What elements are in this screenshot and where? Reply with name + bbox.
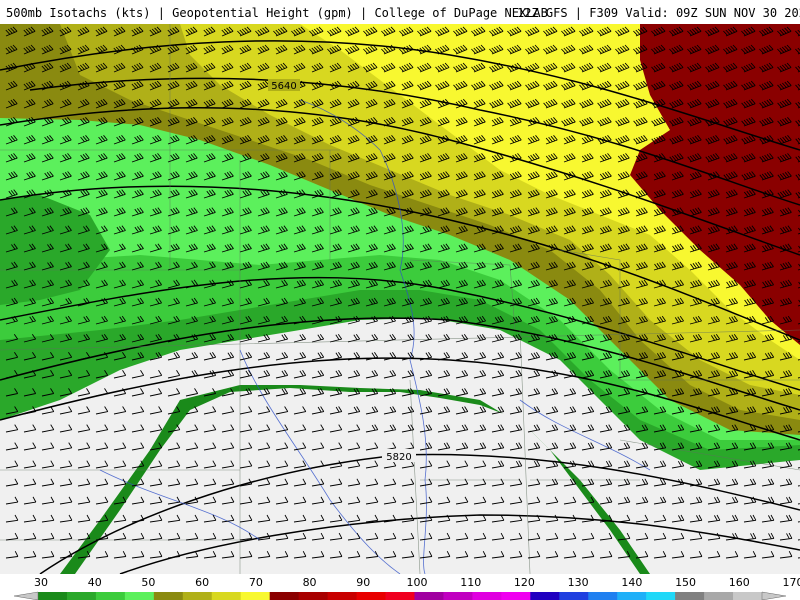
colorbar-swatch [182,592,213,600]
colorbar-swatch [124,592,155,600]
svg-text:5640: 5640 [271,81,296,92]
colorbar-swatch [356,592,387,600]
colorbar-left-arrow [13,591,39,600]
colorbar-swatch [211,592,242,600]
colorbar-tick-label: 120 [514,576,535,589]
product-title: 500mb Isotachs (kts) | Geopotential Heig… [6,6,548,20]
colorbar-swatch [327,592,358,600]
colorbar-swatch [501,592,531,600]
weather-map[interactable]: 5640 5820 [0,24,800,574]
height-label-5640: 5640 [268,79,300,92]
colorbar-swatch [298,592,329,600]
colorbar-swatches [38,592,763,600]
colorbar-tick-label: 130 [568,576,589,589]
svg-text:5820: 5820 [386,452,411,463]
colorbar-swatch [675,592,705,600]
colorbar-swatch [443,592,473,600]
colorbar-swatch [414,592,444,600]
colorbar-swatch [646,592,676,600]
colorbar-swatch [240,592,271,600]
colorbar-swatch [269,592,300,600]
colorbar-tick-label: 110 [460,576,481,589]
colorbar-swatch [95,592,126,600]
colorbar-tick-labels: 30 40 50 60 70 80 90 100 110 120 130 140 150 160 170 [34,576,800,589]
colorbar-tick-label: 30 [34,576,48,589]
colorbar-tick-label: 90 [356,576,370,589]
colorbar-right-arrow [761,591,787,600]
colorbar-swatch [66,592,97,600]
colorbar-tick-label: 150 [675,576,696,589]
colorbar-tick-label: 100 [407,576,428,589]
colorbar-swatch [588,592,618,600]
colorbar-swatch [472,592,502,600]
colorbar-swatch [530,592,560,600]
colorbar-swatch [617,592,647,600]
colorbar-swatch [38,592,68,600]
height-label-5820: 5820 [382,449,416,463]
header-bar: 500mb Isotachs (kts) | Geopotential Heig… [0,0,800,24]
colorbar-swatch [153,592,184,600]
colorbar-tick-label: 40 [88,576,102,589]
colorbar-tick-label: 170 [783,576,800,589]
colorbar-swatch [733,592,763,600]
model-run-info: 12Z GFS | F309 Valid: 09Z SUN NOV 30 202… [517,6,800,20]
colorbar-swatch [559,592,589,600]
colorbar-swatch [704,592,734,600]
colorbar-tick-label: 60 [195,576,209,589]
colorbar-tick-label: 160 [729,576,750,589]
colorbar-swatch [385,592,415,600]
colorbar-tick-label: 140 [621,576,642,589]
colorbar-tick-label: 80 [303,576,317,589]
isotach-colorbar: 30 40 50 60 70 80 90 100 110 120 130 140 150 160 170 [13,576,800,600]
colorbar-tick-label: 50 [141,576,155,589]
colorbar-tick-label: 70 [249,576,263,589]
